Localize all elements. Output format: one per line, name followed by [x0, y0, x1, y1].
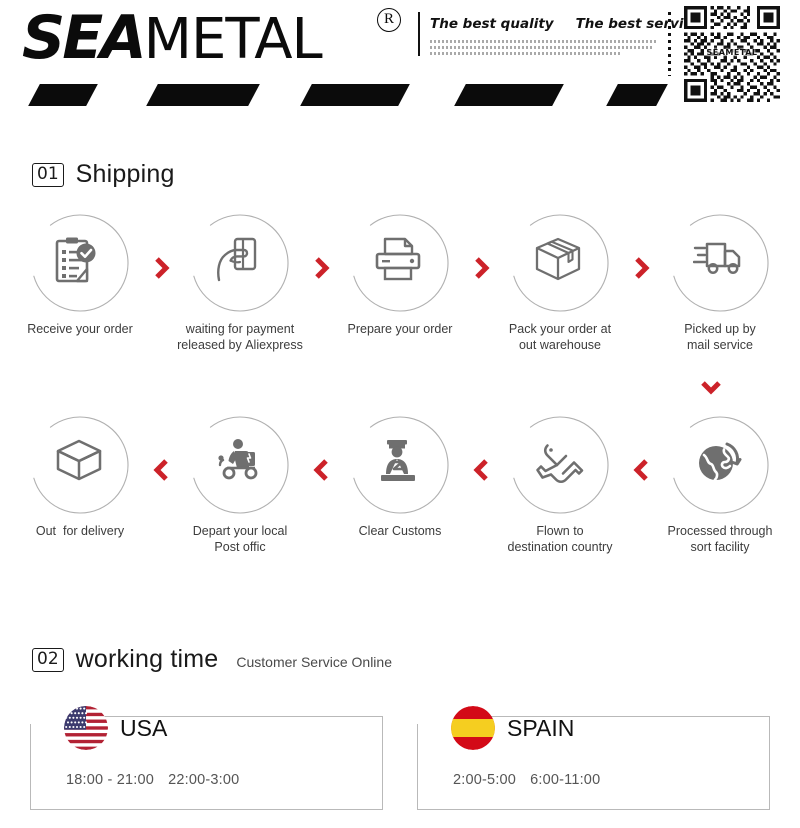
shipping-steps-row-1: Receive your order waiting for payment re…: [0, 212, 800, 353]
dotted-divider: [668, 12, 671, 76]
slogan-divider: [418, 12, 420, 56]
step-label: Flown to destination country: [507, 524, 613, 554]
step-circle: [189, 212, 291, 314]
step-label: Pack your order at out warehouse: [508, 322, 612, 352]
working-time-subtitle: Customer Service Online: [236, 654, 392, 670]
step-label: Picked up by mail service: [684, 322, 756, 352]
fineprint-line: [430, 40, 658, 43]
hours-range: 18:00 - 21:00: [66, 772, 155, 788]
shipping-step: Pack your order at out warehouse: [480, 212, 650, 353]
logo-wordmark: SEAMETAL: [22, 7, 323, 72]
hours-range: 6:00-11:00: [530, 772, 601, 788]
step-circle: [349, 414, 451, 516]
step-circle: [189, 414, 291, 516]
chevron-down-icon: [700, 380, 722, 396]
step-circle: [669, 212, 771, 314]
qr-center-label: SEAMETAL: [706, 48, 758, 57]
shipping-step: Receive your order: [0, 212, 170, 353]
shipping-step: Prepare your order: [320, 212, 490, 353]
working-time-card: SPAIN 2:00-5:00 6:00-11:00: [417, 706, 770, 810]
slogan-quality: The best quality: [430, 16, 554, 32]
stripe: [28, 84, 98, 106]
stripe: [454, 84, 564, 106]
brand-logo: SEAMETAL R: [22, 8, 412, 70]
hours-range: 2:00-5:00: [453, 772, 517, 788]
service-hours: 18:00 - 21:00 22:00-3:00: [66, 772, 253, 788]
fineprint-block: [430, 40, 658, 58]
section-number: 01: [32, 162, 64, 187]
step-label: Prepare your order: [347, 322, 453, 336]
section-number: 02: [32, 647, 64, 672]
working-time-title: working time: [75, 645, 219, 673]
step-label: Receive your order: [27, 322, 133, 336]
slogan-service: The best service: [575, 16, 701, 32]
shipping-step: Out for delivery: [0, 414, 168, 555]
logo-metal-text: METAL: [143, 7, 323, 72]
section-heading-shipping: 01 Shipping: [32, 160, 175, 189]
slogan-block: The best quality The best service: [418, 10, 701, 70]
shipping-step: Clear Customs: [320, 414, 488, 555]
decorative-stripes: [0, 84, 800, 108]
open-box-icon: [53, 438, 107, 492]
section-heading-working-time: 02 working time Customer Service Online: [32, 645, 392, 674]
country-name: USA: [120, 714, 168, 741]
shipping-steps-row-2: Out for delivery Depart your local Post o…: [0, 414, 800, 555]
scooter-courier-icon: [213, 438, 267, 492]
printer-icon: [373, 236, 427, 290]
step-circle: [29, 414, 131, 516]
hand-card-icon: [213, 236, 267, 290]
shipping-step: Picked up by mail service: [640, 212, 800, 353]
flag-spain-icon: [451, 706, 495, 750]
shipping-info-page: SEAMETAL R The best quality The best ser…: [0, 0, 800, 828]
step-label: waiting for payment released by Aliexpres…: [177, 322, 303, 352]
logo-sea-text: SEA: [22, 3, 147, 73]
page-title: Shipping: [75, 160, 175, 188]
working-time-cards: USA 18:00 - 21:00 22:00-3:00 SPAIN 2:00-5…: [0, 706, 800, 810]
stripe: [606, 84, 668, 106]
step-label: Clear Customs: [358, 524, 442, 538]
clipboard-check-icon: [53, 236, 107, 290]
fineprint-line: [430, 52, 620, 55]
step-circle: [509, 212, 611, 314]
flag-usa-icon: [64, 706, 108, 750]
step-circle: [669, 414, 771, 516]
shipping-step: Processed through sort facility: [640, 414, 800, 555]
airplane-icon: [533, 438, 587, 492]
registered-trademark-icon: R: [377, 8, 401, 32]
working-time-card: USA 18:00 - 21:00 22:00-3:00: [30, 706, 383, 810]
step-label: Out for delivery: [35, 524, 125, 538]
shipping-step: Flown to destination country: [480, 414, 648, 555]
brand-header: SEAMETAL R The best quality The best ser…: [0, 0, 800, 112]
step-circle: [29, 212, 131, 314]
stripe: [300, 84, 410, 106]
shipping-step: waiting for payment released by Aliexpres…: [160, 212, 330, 353]
stripe: [146, 84, 260, 106]
box-icon: [533, 236, 587, 290]
country-name: SPAIN: [507, 714, 575, 741]
step-circle: [509, 414, 611, 516]
step-circle: [349, 212, 451, 314]
truck-icon: [693, 236, 747, 290]
step-label: Depart your local Post offic: [192, 524, 288, 554]
step-label: Processed through sort facility: [667, 524, 773, 554]
shipping-step: Depart your local Post offic: [160, 414, 328, 555]
service-hours: 2:00-5:00 6:00-11:00: [453, 772, 614, 788]
customs-officer-icon: [373, 438, 427, 492]
fineprint-line: [430, 46, 652, 49]
hours-range: 22:00-3:00: [168, 772, 240, 788]
globe-arrow-icon: [693, 438, 747, 492]
